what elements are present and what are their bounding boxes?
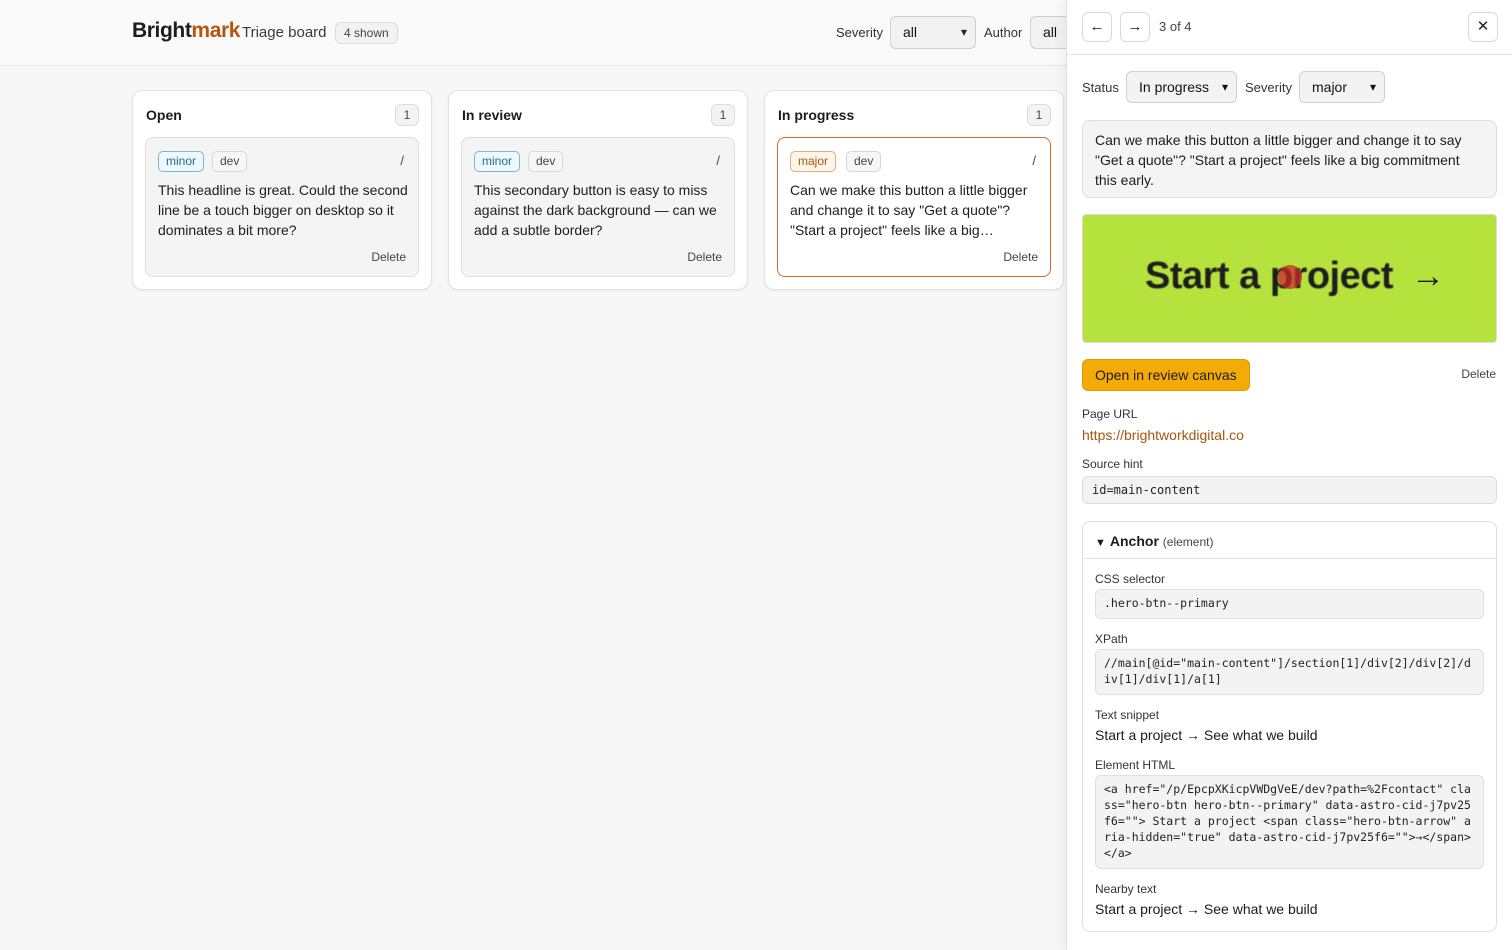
brand-logo: Brightmark — [132, 19, 240, 43]
column-count-badge: 1 — [711, 104, 735, 126]
author-tag: dev — [212, 151, 248, 172]
page-url-label: Page URL — [1082, 407, 1138, 421]
arrow-left-icon: ← — [1089, 18, 1105, 35]
status-value: In progress — [1139, 79, 1210, 95]
severity-value: major — [1312, 79, 1348, 95]
css-selector-value: .hero-btn--primary — [1095, 589, 1484, 619]
caret-down-icon: ▼ — [1095, 537, 1106, 549]
column-count-badge: 1 — [395, 104, 419, 126]
severity-tag: major — [790, 151, 837, 172]
close-icon: ✕ — [1476, 18, 1490, 35]
issue-card[interactable]: minor dev / This headline is great. Coul… — [145, 137, 419, 277]
severity-filter-value: all — [903, 24, 918, 40]
nearby-text-value: Start a project → See what we build — [1095, 901, 1318, 917]
issue-card[interactable]: minor dev / This secondary button is eas… — [461, 137, 735, 277]
nearby-text-label: Nearby text — [1095, 882, 1157, 896]
detail-panel: ← → 3 of 4 ✕ Status In progress ▾ Severi… — [1066, 0, 1512, 950]
chevron-down-icon: ▾ — [960, 25, 967, 39]
text-snippet-value: Start a project → See what we build — [1095, 727, 1318, 743]
status-label: Status — [1082, 80, 1119, 95]
anchor-summary-toggle[interactable]: ▼ Anchor (element) — [1095, 533, 1213, 549]
delete-button[interactable]: Delete — [371, 250, 406, 264]
comment-pin-marker — [1278, 265, 1302, 289]
card-comment-text: This secondary button is easy to miss ag… — [474, 182, 717, 238]
xpath-label: XPath — [1095, 632, 1128, 646]
divider — [1083, 558, 1496, 559]
text-snippet-label: Text snippet — [1095, 708, 1160, 722]
page-url-link[interactable]: https://brightworkdigital.co — [1082, 427, 1244, 443]
severity-filter-select[interactable]: all ▾ — [890, 16, 976, 49]
element-screenshot: Start a project → — [1082, 214, 1497, 343]
brand-logo-part2: mark — [191, 19, 241, 42]
column-title: In progress — [778, 107, 855, 123]
status-select[interactable]: In progress ▾ — [1126, 71, 1237, 103]
severity-tag: minor — [474, 151, 521, 172]
anchor-subtitle: (element) — [1162, 535, 1214, 549]
card-comment-text: Can we make this button a little bigger … — [790, 182, 1028, 238]
path-indicator: / — [716, 153, 720, 168]
chevron-down-icon: ▾ — [1221, 80, 1228, 94]
screenshot-button-text: Start a project — [1145, 255, 1394, 297]
delete-button[interactable]: Delete — [687, 250, 722, 264]
previous-button[interactable]: ← — [1082, 12, 1112, 42]
arrow-right-icon: → — [1127, 18, 1143, 35]
author-tag: dev — [528, 151, 564, 172]
author-filter-value: all — [1043, 24, 1058, 40]
source-hint-label: Source hint — [1082, 457, 1143, 471]
chevron-down-icon: ▾ — [1369, 80, 1376, 94]
delete-button[interactable]: Delete — [1003, 250, 1038, 264]
author-filter-label: Author — [984, 25, 1023, 40]
divider — [1067, 54, 1512, 55]
anchor-details: ▼ Anchor (element) CSS selector .hero-btn… — [1082, 521, 1497, 932]
comment-text: Can we make this button a little bigger … — [1082, 120, 1497, 198]
severity-filter-label: Severity — [836, 25, 883, 40]
path-indicator: / — [400, 153, 404, 168]
open-review-canvas-button[interactable]: Open in review canvas — [1082, 359, 1250, 391]
anchor-title: Anchor — [1109, 533, 1159, 549]
brand-logo-part1: Bright — [132, 19, 192, 42]
severity-label: Severity — [1245, 80, 1292, 95]
element-html-value: <a href="/p/EpcpXKicpVWDgVeE/dev?path=%2… — [1095, 775, 1484, 869]
column-count-badge: 1 — [1027, 104, 1051, 126]
column-title: Open — [146, 107, 182, 123]
card-comment-text: This headline is great. Could the second… — [158, 182, 408, 238]
css-selector-label: CSS selector — [1095, 572, 1166, 586]
column-in-progress: In progress 1 major dev / Can we make th… — [764, 90, 1064, 290]
next-button[interactable]: → — [1120, 12, 1150, 42]
severity-select[interactable]: major ▾ — [1299, 71, 1385, 103]
source-hint-value: id=main-content — [1082, 476, 1497, 504]
issue-card-selected[interactable]: major dev / Can we make this button a li… — [777, 137, 1051, 277]
author-tag: dev — [846, 151, 882, 172]
pager-text: 3 of 4 — [1159, 19, 1192, 34]
page-title: Triage board — [242, 24, 327, 41]
element-html-label: Element HTML — [1095, 758, 1176, 772]
shown-count-badge: 4 shown — [335, 22, 398, 44]
arrow-right-icon: → — [1411, 257, 1445, 295]
column-open: Open 1 minor dev / This headline is grea… — [132, 90, 432, 290]
severity-tag: minor — [158, 151, 205, 172]
path-indicator: / — [1032, 153, 1036, 168]
delete-button[interactable]: Delete — [1461, 367, 1496, 381]
top-bar: Brightmark Triage board 4 shown Severity… — [0, 0, 1090, 66]
xpath-value: //main[@id="main-content"]/section[1]/di… — [1095, 649, 1484, 695]
column-title: In review — [462, 107, 522, 123]
close-button[interactable]: ✕ — [1468, 12, 1498, 42]
column-in-review: In review 1 minor dev / This secondary b… — [448, 90, 748, 290]
